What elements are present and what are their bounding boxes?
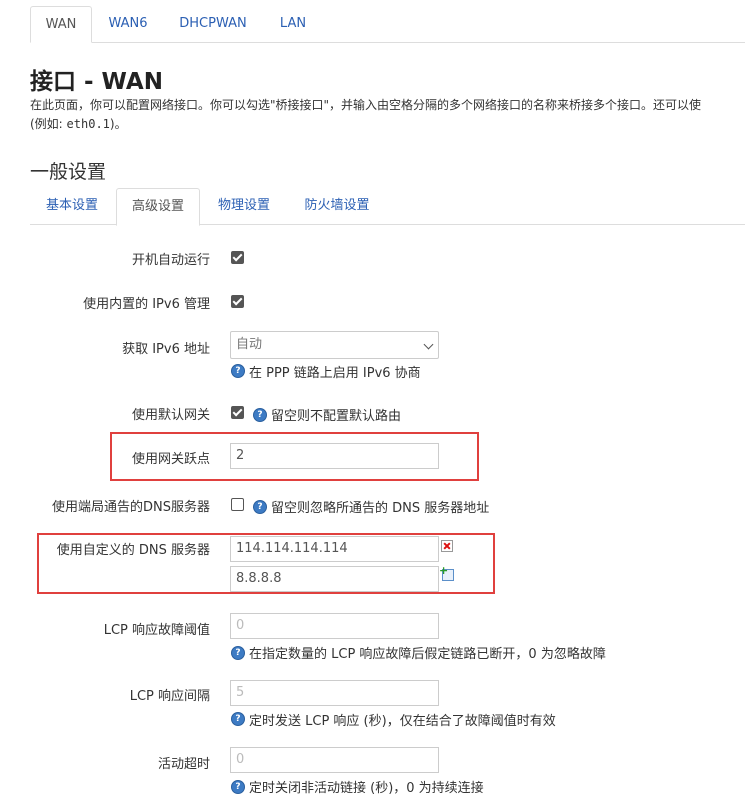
tab-wan6[interactable]: WAN6 (100, 6, 156, 41)
ipv6-address-label: 获取 IPv6 地址 (122, 342, 210, 357)
tab-lan[interactable]: LAN (270, 6, 316, 41)
autostart-checkbox[interactable] (231, 251, 244, 264)
idle-timeout-label: 活动超时 (157, 757, 210, 772)
tab-firewall-settings[interactable]: 防火墙设置 (292, 188, 382, 224)
lcp-interval-label: LCP 响应间隔 (129, 689, 210, 704)
lcp-failure-input[interactable]: 0 (230, 613, 439, 639)
lcp-failure-label: LCP 响应故障阈值 (103, 623, 210, 638)
gateway-metric-label: 使用网关跃点 (131, 452, 210, 467)
chevron-down-icon (423, 339, 434, 350)
page-description-example: (例如: eth0.1)。 (30, 115, 127, 132)
help-circle-icon: ? (231, 364, 245, 378)
ipv6-address-select[interactable]: 自动 (230, 331, 439, 359)
description-prefix: (例如: (30, 117, 67, 131)
lcp-interval-help: 定时发送 LCP 响应 (秒)，仅在结合了故障阈值时有效 (249, 714, 556, 729)
peer-dns-checkbox[interactable] (231, 498, 244, 511)
peer-dns-label: 使用端局通告的DNS服务器 (52, 500, 210, 515)
autostart-label: 开机自动运行 (131, 253, 210, 268)
help-circle-icon: ? (231, 780, 245, 794)
custom-dns-input-1[interactable]: 114.114.114.114 (230, 536, 439, 562)
add-entry-icon[interactable]: + (439, 565, 454, 581)
plus-icon: + (439, 564, 449, 577)
help-circle-icon: ? (253, 408, 267, 422)
tab-wan[interactable]: WAN (30, 6, 92, 43)
peer-dns-help: 留空则忽略所通告的 DNS 服务器地址 (271, 501, 490, 516)
default-gateway-label: 使用默认网关 (131, 408, 210, 423)
idle-timeout-help: 定时关闭非活动链接 (秒)，0 为持续连接 (249, 781, 484, 796)
custom-dns-input-2[interactable]: 8.8.8.8 (230, 566, 439, 592)
help-circle-icon: ? (231, 712, 245, 726)
default-gateway-checkbox[interactable] (231, 406, 244, 419)
page-description: 在此页面，你可以配置网络接口。你可以勾选"桥接接口"，并输入由空格分隔的多个网络… (30, 98, 702, 112)
lcp-interval-input[interactable]: 5 (230, 680, 439, 706)
description-suffix: )。 (109, 117, 127, 131)
tab-physical-settings[interactable]: 物理设置 (206, 188, 282, 224)
custom-dns-label: 使用自定义的 DNS 服务器 (56, 543, 210, 558)
tab-dhcpwan[interactable]: DHCPWAN (172, 6, 254, 41)
lcp-failure-help: 在指定数量的 LCP 响应故障后假定链路已断开，0 为忽略故障 (249, 647, 606, 662)
top-tab-bar: WAN WAN6 DHCPWAN LAN (30, 0, 745, 43)
remove-entry-icon[interactable] (441, 540, 453, 552)
description-code: eth0.1 (66, 117, 110, 131)
sub-tab-bar: 基本设置 高级设置 物理设置 防火墙设置 (30, 188, 745, 226)
help-circle-icon: ? (253, 500, 267, 514)
section-title: 一般设置 (30, 161, 107, 183)
idle-timeout-input[interactable]: 0 (230, 747, 439, 773)
page-title: 接口 - WAN (30, 69, 163, 95)
builtin-ipv6-label: 使用内置的 IPv6 管理 (83, 297, 210, 312)
builtin-ipv6-checkbox[interactable] (231, 295, 244, 308)
default-gateway-help: 留空则不配置默认路由 (271, 409, 402, 424)
gateway-metric-input[interactable]: 2 (230, 443, 439, 469)
tab-advanced-settings[interactable]: 高级设置 (116, 188, 200, 226)
help-circle-icon: ? (231, 646, 245, 660)
ipv6-address-value: 自动 (236, 337, 263, 352)
ipv6-address-help: 在 PPP 链路上启用 IPv6 协商 (249, 366, 421, 381)
tab-basic-settings[interactable]: 基本设置 (34, 188, 110, 224)
